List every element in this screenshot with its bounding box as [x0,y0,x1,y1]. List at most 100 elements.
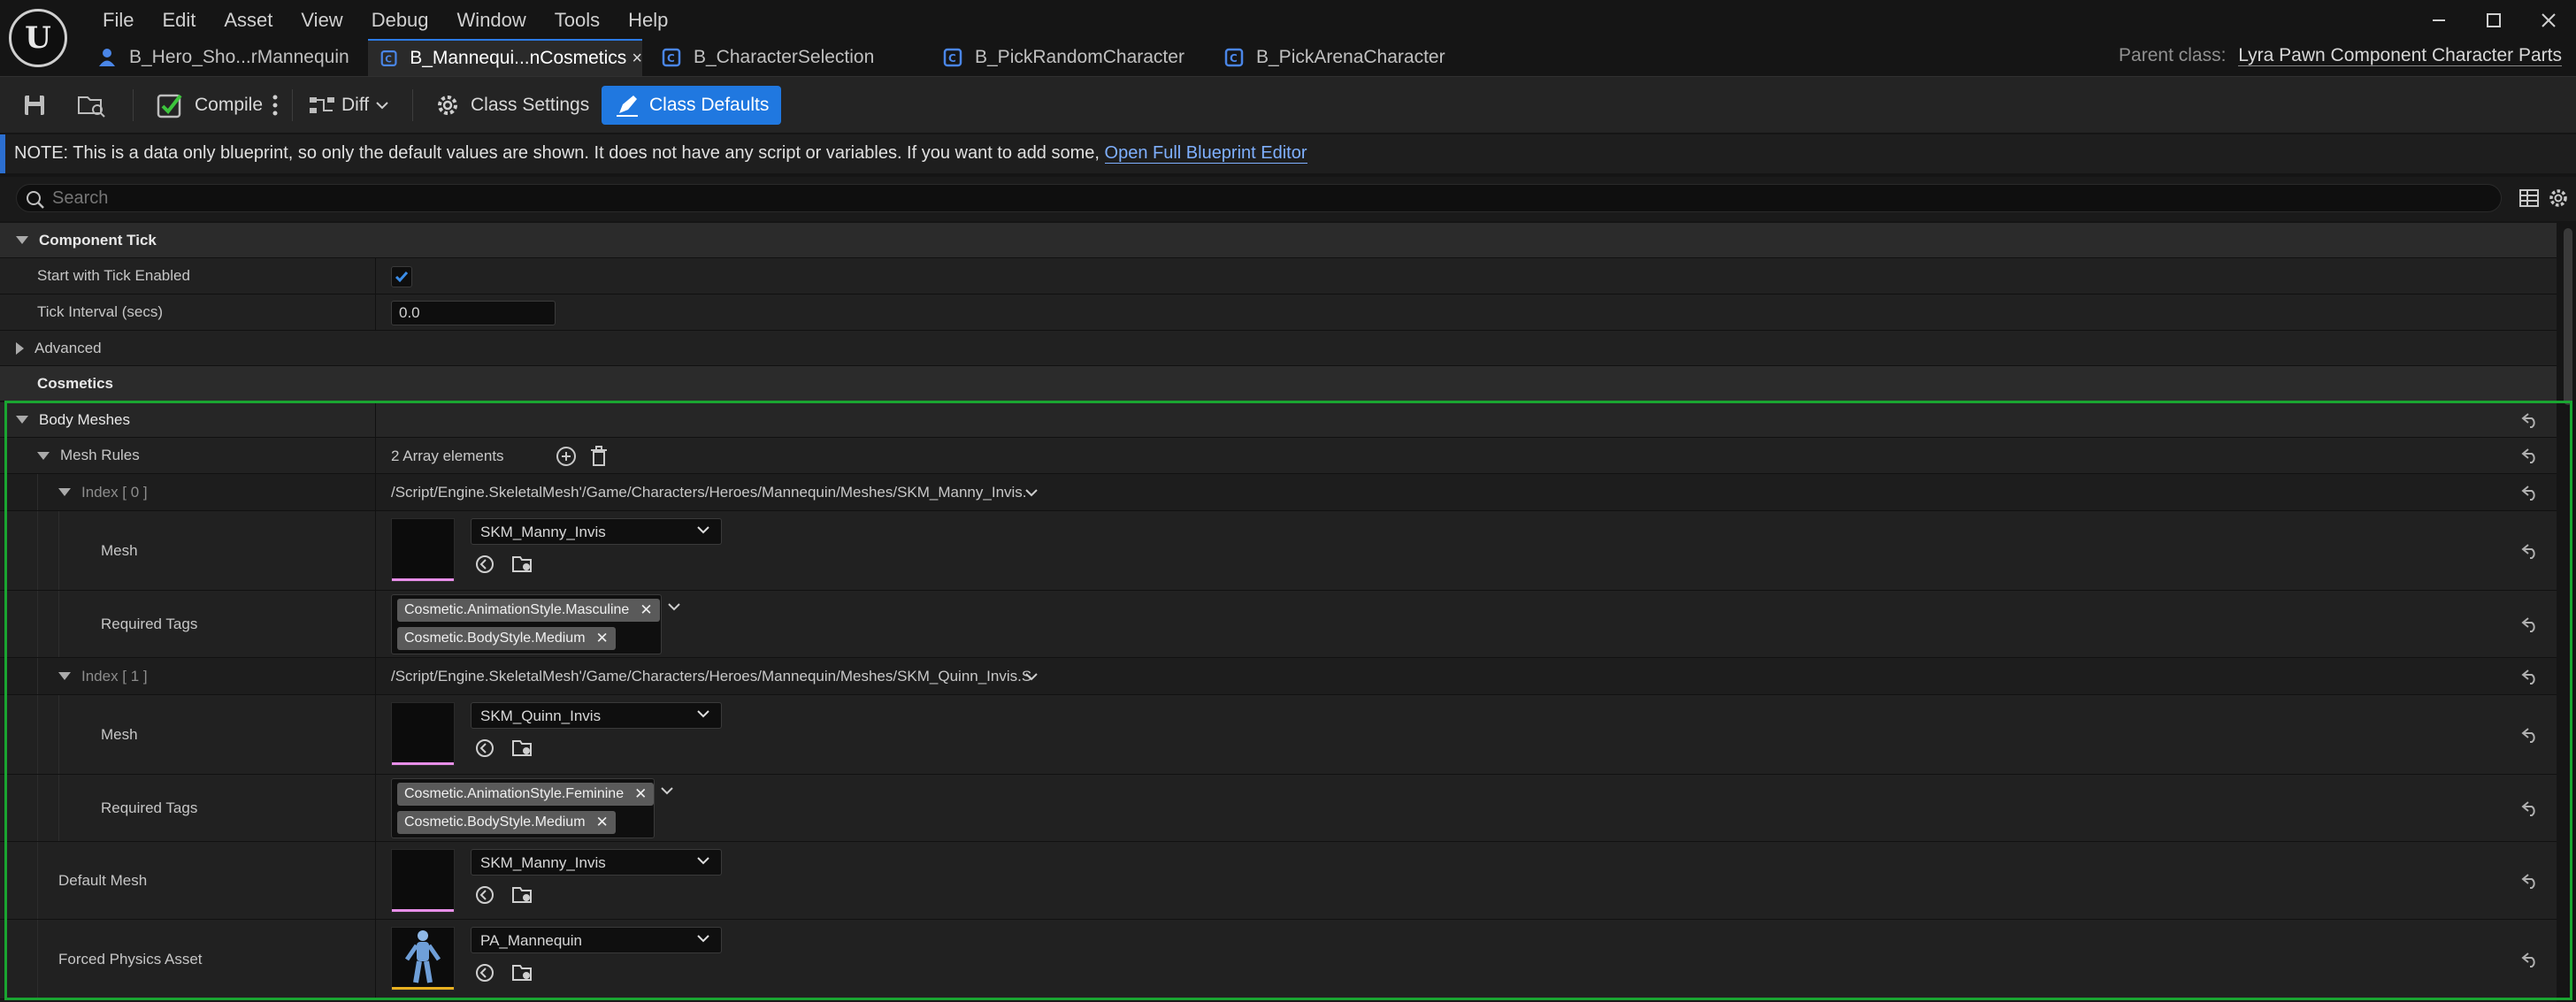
browse-asset-icon[interactable] [511,554,534,575]
array-count: 2 Array elements [391,447,504,464]
indent-guide [37,511,38,590]
index-1-label: Index [ 1 ] [81,667,148,685]
chevron-down-icon[interactable] [660,785,674,796]
compile-options-button[interactable] [271,86,280,125]
gameplay-tag[interactable]: Cosmetic.BodyStyle.Medium ✕ [397,811,616,834]
reset-to-default-icon[interactable] [2521,412,2541,428]
index-0-row[interactable]: Index [ 0 ] /Script/Engine.SkeletalMesh'… [0,474,2557,511]
diff-button[interactable]: Diff [308,86,390,125]
remove-tag-icon[interactable]: ✕ [640,601,652,619]
use-selected-icon[interactable] [474,962,495,983]
mesh-asset-picker[interactable]: SKM_Manny_Invis [471,518,722,545]
body-meshes-title: Body Meshes [16,402,130,437]
menu-help[interactable]: Help [614,7,682,34]
details-settings-button[interactable] [2546,186,2571,210]
mannequin-figure-icon [404,930,441,983]
use-selected-icon[interactable] [474,884,495,906]
reset-to-default-icon[interactable] [2521,669,2541,685]
default-mesh-picker[interactable]: SKM_Manny_Invis [471,849,722,876]
gameplay-tag[interactable]: Cosmetic.AnimationStyle.Masculine ✕ [397,599,660,622]
tab-pick-arena-character[interactable]: C B_PickArenaCharacter [1212,39,1486,76]
remove-tag-icon[interactable]: ✕ [596,814,609,831]
reset-to-default-icon[interactable] [2521,800,2541,816]
mesh-thumbnail[interactable] [391,518,455,582]
reset-to-default-icon[interactable] [2521,447,2541,463]
menu-asset[interactable]: Asset [210,7,287,34]
add-element-icon[interactable] [556,446,577,467]
index-0-mesh-row: Mesh SKM_Manny_Invis [0,511,2557,591]
reset-to-default-icon[interactable] [2521,952,2541,968]
tab-character-selection[interactable]: C B_CharacterSelection [649,39,924,76]
gameplay-tag[interactable]: Cosmetic.BodyStyle.Medium ✕ [397,627,616,650]
mesh-asset-value: SKM_Manny_Invis [480,524,606,540]
tab-pick-random-character[interactable]: C B_PickRandomCharacter [931,39,1205,76]
table-view-button[interactable] [2517,186,2542,210]
physics-asset-picker[interactable]: PA_Mannequin [471,927,722,953]
menu-file[interactable]: File [88,7,148,34]
details-scrollbar[interactable] [2564,228,2572,405]
note-text: NOTE: This is a data only blueprint, so … [14,143,1105,163]
details-panel: Component Tick Start with Tick Enabled T… [0,223,2557,1002]
tab-hero-mannequin[interactable]: B_Hero_Sho...rMannequin [85,39,359,76]
use-selected-icon[interactable] [474,738,495,759]
mesh-asset-picker[interactable]: SKM_Quinn_Invis [471,702,722,729]
trash-icon[interactable] [589,446,609,467]
menu-tools[interactable]: Tools [540,7,614,34]
category-cosmetics[interactable]: Cosmetics [0,366,2557,402]
reset-to-default-icon[interactable] [2521,873,2541,889]
menu-debug[interactable]: Debug [357,7,443,34]
default-mesh-thumbnail[interactable] [391,849,455,913]
compile-button[interactable]: Compile [156,86,263,125]
chevron-down-icon[interactable] [1024,671,1039,682]
reset-to-default-icon[interactable] [2521,543,2541,559]
physics-asset-thumbnail[interactable] [391,927,455,991]
class-settings-button[interactable]: Class Settings [433,86,589,125]
browse-button[interactable] [76,86,106,125]
chevron-down-icon[interactable] [1024,487,1039,498]
gear-icon [438,96,457,115]
category-component-tick[interactable]: Component Tick [0,223,2557,258]
tab-mannequin-cosmetics[interactable]: C B_Mannequi...nCosmetics × [368,39,642,76]
browse-asset-icon[interactable] [511,738,534,759]
close-window-button[interactable] [2521,0,2576,41]
reset-to-default-icon[interactable] [2521,727,2541,743]
more-options-icon [272,95,278,116]
maximize-icon [2487,13,2501,27]
browse-asset-icon[interactable] [511,884,534,906]
tab-close-icon[interactable]: × [632,49,642,69]
indent-guide [37,591,38,657]
start-with-tick-checkbox[interactable] [391,266,412,287]
mesh-rules-row[interactable]: Mesh Rules 2 Array elements [0,438,2557,474]
menu-window[interactable]: Window [443,7,540,34]
remove-tag-icon[interactable]: ✕ [634,785,647,803]
chevron-down-icon[interactable] [667,601,681,612]
required-tags-container: Cosmetic.AnimationStyle.Masculine ✕ Cosm… [391,594,662,654]
minimize-button[interactable] [2411,0,2466,41]
search-input[interactable] [17,187,2501,209]
browse-asset-icon[interactable] [511,962,534,983]
reset-to-default-icon[interactable] [2521,616,2541,632]
menu-view[interactable]: View [287,7,356,34]
index-1-row[interactable]: Index [ 1 ] /Script/Engine.SkeletalMesh'… [0,658,2557,695]
gameplay-tag[interactable]: Cosmetic.AnimationStyle.Feminine ✕ [397,783,655,806]
property-value [375,294,376,330]
unreal-logo-icon[interactable]: U [9,9,67,67]
mesh-thumbnail[interactable] [391,702,455,766]
reset-to-default-icon[interactable] [2521,485,2541,501]
physics-asset-value: PA_Mannequin [480,932,582,949]
asset-tools [474,738,534,759]
open-full-editor-link[interactable]: Open Full Blueprint Editor [1104,143,1307,164]
data-only-note: NOTE: This is a data only blueprint, so … [0,134,2576,173]
parent-class-link[interactable]: Lyra Pawn Component Character Parts [2238,45,2562,66]
asset-tools [474,554,534,575]
class-defaults-button[interactable]: Class Defaults [602,86,782,125]
advanced-section[interactable]: Advanced [0,331,2557,366]
remove-tag-icon[interactable]: ✕ [596,630,609,647]
body-meshes-header[interactable]: Body Meshes [0,402,2557,438]
tick-interval-input[interactable]: 0.0 [391,301,556,325]
maximize-button[interactable] [2466,0,2521,41]
menu-edit[interactable]: Edit [148,7,210,34]
save-button[interactable] [21,86,48,125]
use-selected-icon[interactable] [474,554,495,575]
collapse-arrow-icon [16,416,28,424]
